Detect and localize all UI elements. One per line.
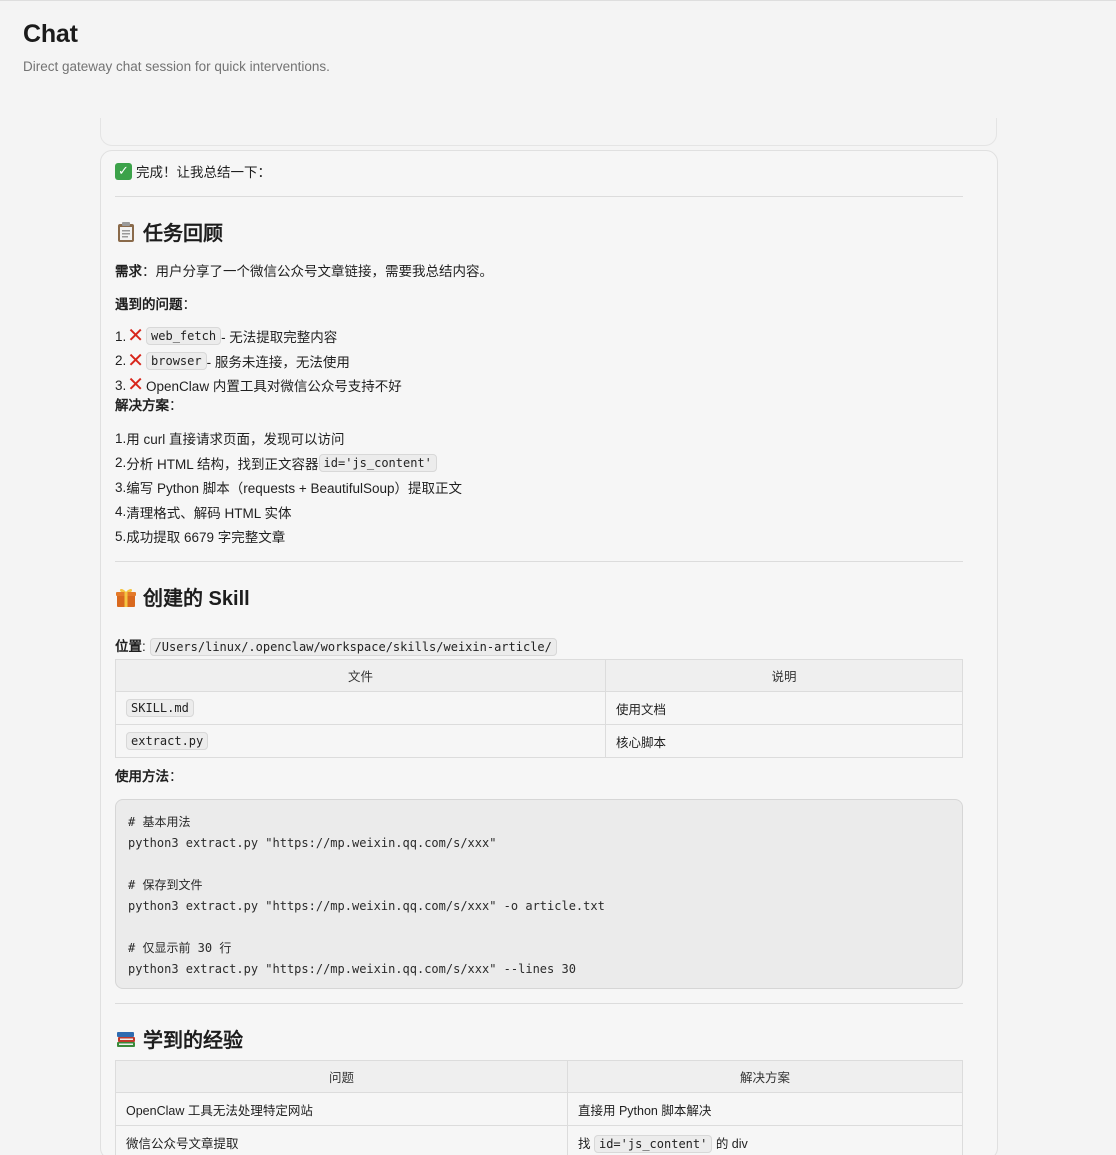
table-cell: 核心脚本: [605, 724, 963, 758]
list-item: 3. ✕ OpenClaw 内置工具对微信公众号支持不好: [115, 373, 402, 398]
table-cell: 微信公众号文章提取: [115, 1125, 568, 1155]
list-text: - 无法提取完整内容: [221, 330, 338, 346]
assistant-message-card: ✓ 完成！让我总结一下： 任务回顾 需求：用户分享了一个微信公众号文章链接，需要…: [100, 150, 998, 1155]
books-icon: [115, 1028, 137, 1050]
list-text: 清理格式、解码 HTML 实体: [126, 505, 292, 521]
location-label: 位置: [115, 639, 142, 654]
list-item: 1. 用 curl 直接请求页面，发现可以访问: [115, 426, 462, 451]
table-row: 微信公众号文章提取 找 id='js_content' 的 div: [115, 1125, 963, 1155]
usage-label-line: 使用方法：: [115, 767, 183, 787]
page-title: Chat: [23, 20, 78, 48]
list-text: 分析 HTML 结构，找到正文容器: [126, 456, 319, 472]
list-number: 5.: [115, 528, 127, 544]
cross-mark-icon: ✕: [127, 325, 145, 348]
table-row: OpenClaw 工具无法处理特定网站 直接用 Python 脚本解决: [115, 1092, 963, 1126]
list-item: 2. ✕ browser - 服务未连接，无法使用: [115, 349, 402, 374]
skill-heading-text: 创建的 Skill: [143, 588, 250, 610]
column-header: 说明: [605, 659, 963, 692]
colon: ：: [169, 769, 183, 784]
table-cell: 找 id='js_content' 的 div: [567, 1125, 963, 1155]
check-mark-icon: ✓: [115, 162, 132, 180]
inline-code: web_fetch: [146, 327, 222, 346]
table-cell: OpenClaw 工具无法处理特定网站: [115, 1092, 568, 1126]
list-number: 4.: [115, 504, 127, 520]
list-item: 2. 分析 HTML 结构，找到正文容器 id='js_content': [115, 451, 462, 476]
solutions-list: 1. 用 curl 直接请求页面，发现可以访问 2. 分析 HTML 结构，找到正文…: [115, 426, 462, 549]
lessons-heading-text: 学到的经验: [143, 1030, 243, 1052]
gift-icon: [115, 586, 137, 608]
list-item: 4. 清理格式、解码 HTML 实体: [115, 500, 462, 525]
previous-message-card: [100, 118, 997, 146]
intro-text: 完成！让我总结一下：: [136, 165, 271, 180]
file-name: SKILL.md: [126, 699, 194, 717]
list-text: - 服务未连接，无法使用: [206, 354, 350, 370]
table-header-row: 问题 解决方案: [115, 1060, 963, 1093]
cell-text: 找: [578, 1136, 594, 1151]
list-text: OpenClaw 内置工具对微信公众号支持不好: [146, 379, 402, 395]
list-number: 3.: [115, 479, 127, 495]
inline-code: browser: [146, 351, 207, 370]
solution-label: 解决方案: [115, 398, 169, 413]
file-name: extract.py: [126, 732, 209, 750]
code-block[interactable]: # 基本用法 python3 extract.py "https://mp.we…: [115, 799, 963, 989]
location-line: 位置: /Users/linux/.openclaw/workspace/ski…: [115, 637, 557, 657]
location-path: /Users/linux/.openclaw/workspace/skills/…: [149, 638, 557, 656]
colon: :: [142, 639, 150, 654]
list-number: 1.: [115, 328, 127, 344]
table-cell: 直接用 Python 脚本解决: [567, 1092, 963, 1126]
cross-mark-icon: ✕: [127, 349, 145, 372]
cell-text: 直接用 Python 脚本解决: [578, 1103, 712, 1118]
page-header: Chat Direct gateway chat session for qui…: [23, 20, 330, 74]
review-heading: 任务回顾: [115, 217, 223, 246]
cell-text: 的 div: [712, 1136, 748, 1151]
table-cell: SKILL.md: [115, 691, 606, 725]
table-row: extract.py 核心脚本: [115, 724, 963, 758]
inline-code: id='js_content': [593, 1134, 713, 1153]
colon: ：: [182, 297, 197, 312]
list-text: 用 curl 直接请求页面，发现可以访问: [126, 432, 345, 448]
need-label: 需求: [115, 264, 142, 279]
intro-line: ✓ 完成！让我总结一下：: [115, 161, 271, 181]
divider: [115, 561, 963, 562]
list-item: 1. ✕ web_fetch - 无法提取完整内容: [115, 324, 402, 349]
list-text: 成功提取 6679 字完整文章: [126, 530, 286, 546]
table-row: SKILL.md 使用文档: [115, 691, 963, 725]
list-item: 5. 成功提取 6679 字完整文章: [115, 524, 462, 549]
list-text: 编写 Python 脚本（requests + BeautifulSoup）提取…: [126, 481, 463, 497]
colon: ：: [169, 398, 183, 413]
skill-heading: 创建的 Skill: [115, 582, 250, 611]
need-text: ：用户分享了一个微信公众号文章链接，需要我总结内容。: [142, 264, 493, 279]
list-number: 2.: [115, 353, 127, 369]
review-heading-text: 任务回顾: [143, 223, 223, 245]
table-header-row: 文件 说明: [115, 659, 963, 692]
page-subtitle: Direct gateway chat session for quick in…: [23, 59, 330, 74]
problems-list: 1. ✕ web_fetch - 无法提取完整内容 2. ✕ browser -…: [115, 324, 402, 398]
files-table: 文件 说明 SKILL.md 使用文档 extract.py 核心脚本: [115, 659, 963, 758]
column-header: 文件: [115, 659, 606, 692]
window-top-border: [0, 0, 1116, 4]
problems-label-line: 遇到的问题：: [115, 295, 196, 315]
usage-label: 使用方法: [115, 769, 169, 784]
column-header: 解决方案: [567, 1060, 963, 1093]
cross-mark-icon: ✕: [127, 374, 145, 397]
need-line: 需求：用户分享了一个微信公众号文章链接，需要我总结内容。: [115, 262, 493, 282]
table-cell: 使用文档: [605, 691, 963, 725]
inline-code: id='js_content': [318, 453, 437, 472]
column-header: 问题: [115, 1060, 568, 1093]
solution-label-line: 解决方案：: [115, 396, 183, 416]
list-number: 2.: [115, 455, 127, 471]
lessons-heading: 学到的经验: [115, 1024, 243, 1053]
lessons-table: 问题 解决方案 OpenClaw 工具无法处理特定网站 直接用 Python 脚…: [115, 1060, 963, 1155]
problems-label: 遇到的问题: [115, 297, 183, 312]
divider: [115, 1003, 963, 1004]
table-cell: extract.py: [115, 724, 606, 758]
list-number: 3.: [115, 377, 127, 393]
clipboard-icon: [115, 221, 137, 243]
list-number: 1.: [115, 430, 127, 446]
list-item: 3. 编写 Python 脚本（requests + BeautifulSoup）…: [115, 475, 462, 500]
divider: [115, 196, 963, 197]
